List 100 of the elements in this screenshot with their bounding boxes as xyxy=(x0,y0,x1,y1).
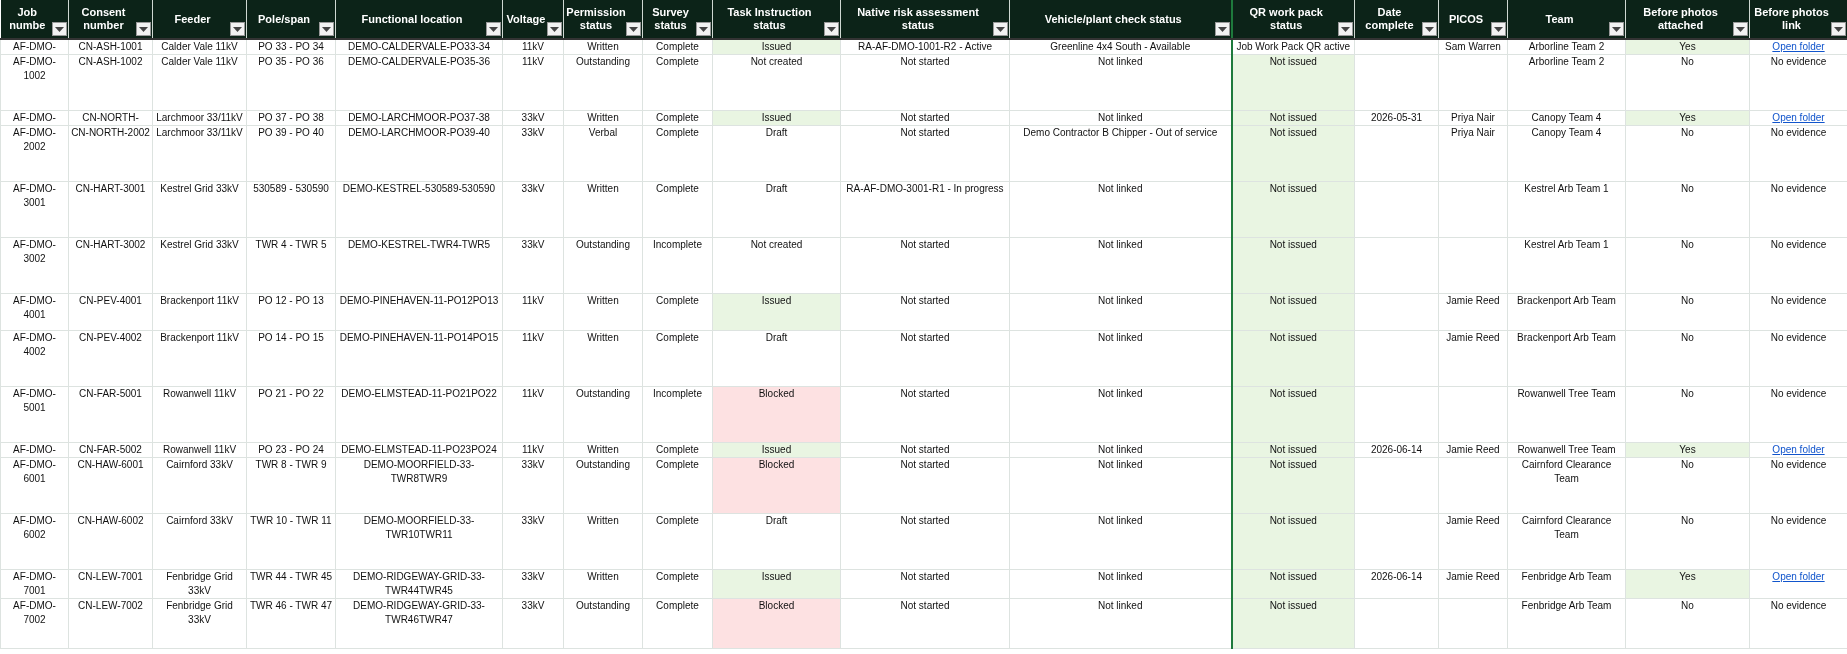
table-cell: No xyxy=(1625,598,1750,649)
table-cell: Cairnford Clearance Team xyxy=(1507,457,1626,514)
table-cell: Not issued xyxy=(1231,386,1355,443)
table-cell: Not issued xyxy=(1231,181,1355,238)
table-cell: Complete xyxy=(642,513,713,570)
table-cell: 2026-06-14 xyxy=(1354,569,1439,599)
table-cell: Rowanwell 11kV xyxy=(152,386,247,443)
table-cell: Brackenport Arb Team xyxy=(1507,293,1626,331)
table-cell: Larchmoor 33/11kV xyxy=(152,125,247,182)
filter-button[interactable] xyxy=(136,22,151,36)
table-cell: Not linked xyxy=(1009,110,1232,126)
table-cell: Not started xyxy=(840,442,1010,458)
table-cell: DEMO-ELMSTEAD-11-PO21PO22 xyxy=(335,386,503,443)
table-cell: Not started xyxy=(840,54,1010,111)
table-cell: Written xyxy=(563,293,643,331)
table-cell: Jamie Reed xyxy=(1438,569,1508,599)
table-cell: AF-DMO-7002 xyxy=(0,598,69,649)
table-cell: Not issued xyxy=(1231,457,1355,514)
table-cell: Jamie Reed xyxy=(1438,442,1508,458)
table-cell: DEMO-KESTREL-530589-530590 xyxy=(335,181,503,238)
table-cell: AF-DMO- xyxy=(0,110,69,126)
table-cell: Outstanding xyxy=(563,54,643,111)
table-cell: Complete xyxy=(642,330,713,387)
table-cell: Kestrel Grid 33kV xyxy=(152,181,247,238)
column-header-label: Voltage xyxy=(506,12,546,26)
table-cell: No evidence xyxy=(1749,386,1847,443)
table-cell: Rowanwell Tree Team xyxy=(1507,386,1626,443)
table-cell: 11kV xyxy=(502,330,564,387)
filter-button[interactable] xyxy=(230,22,245,36)
filter-button[interactable] xyxy=(52,22,67,36)
table-cell: Written xyxy=(563,513,643,570)
table-cell: Not started xyxy=(840,125,1010,182)
table-cell: CN-NORTH- xyxy=(68,110,153,126)
table-cell: No evidence xyxy=(1749,125,1847,182)
column-header-label: Survey status xyxy=(651,6,690,32)
table-cell: Issued xyxy=(712,569,841,599)
filter-button[interactable] xyxy=(1831,22,1846,36)
column-header-label: PICOS xyxy=(1448,12,1484,26)
table-cell: TWR 4 - TWR 5 xyxy=(246,237,336,294)
column-header-label: QR work pack status xyxy=(1248,6,1324,32)
filter-button[interactable] xyxy=(993,22,1008,36)
table-cell: Outstanding xyxy=(563,457,643,514)
caret-icon xyxy=(1217,26,1227,32)
table-cell: Draft xyxy=(712,330,841,387)
filter-button[interactable] xyxy=(1422,22,1437,36)
table-cell: 33kV xyxy=(502,457,564,514)
table-cell: No xyxy=(1625,237,1750,294)
table-cell: RA-AF-DMO-3001-R1 - In progress xyxy=(840,181,1010,238)
table-cell: Priya Nair xyxy=(1438,125,1508,182)
filter-button[interactable] xyxy=(626,22,641,36)
column-header-label: Functional location xyxy=(361,12,463,26)
table-cell: Cairnford 33kV xyxy=(152,513,247,570)
table-cell: 2026-06-14 xyxy=(1354,442,1439,458)
filter-button[interactable] xyxy=(486,22,501,36)
table-cell: 11kV xyxy=(502,293,564,331)
table-cell: Blocked xyxy=(712,457,841,514)
filter-button[interactable] xyxy=(319,22,334,36)
table-cell: 33kV xyxy=(502,110,564,126)
filter-button[interactable] xyxy=(1214,22,1230,36)
column-header-label: Permission status xyxy=(566,6,626,32)
table-cell: CN-ASH-1002 xyxy=(68,54,153,111)
table-cell: No xyxy=(1625,386,1750,443)
caret-icon xyxy=(827,26,836,32)
table-cell: Not issued xyxy=(1231,569,1355,599)
folder-link[interactable]: Open folder xyxy=(1772,571,1825,582)
table-cell: TWR 46 - TWR 47 xyxy=(246,598,336,649)
filter-button[interactable] xyxy=(1609,22,1624,36)
table-cell: PO 35 - PO 36 xyxy=(246,54,336,111)
filter-button[interactable] xyxy=(696,22,711,36)
table-cell: Not created xyxy=(712,54,841,111)
table-cell: CN-HART-3002 xyxy=(68,237,153,294)
table-cell: Greenline 4x4 South - Available xyxy=(1009,39,1232,55)
filter-button[interactable] xyxy=(1733,22,1748,36)
table-cell: Draft xyxy=(712,181,841,238)
table-cell: PO 39 - PO 40 xyxy=(246,125,336,182)
table-cell: Kestrel Arb Team 1 xyxy=(1507,237,1626,294)
table-cell: AF-DMO-7001 xyxy=(0,569,69,599)
filter-button[interactable] xyxy=(1338,22,1353,36)
table-cell: Not started xyxy=(840,110,1010,126)
table-cell: CN-LEW-7002 xyxy=(68,598,153,649)
table-cell: Written xyxy=(563,330,643,387)
table-cell: DEMO-PINEHAVEN-11-PO12PO13 xyxy=(335,293,503,331)
table-cell: Complete xyxy=(642,39,713,55)
table-cell: DEMO-RIDGEWAY-GRID-33-TWR44TWR45 xyxy=(335,569,503,599)
table-cell: Brackenport 11kV xyxy=(152,330,247,387)
table-cell: Complete xyxy=(642,125,713,182)
column-header-label: Vehicle/plant check status xyxy=(1044,12,1182,26)
table-cell: Fenbridge Arb Team xyxy=(1507,598,1626,649)
table-cell: Written xyxy=(563,39,643,55)
filter-button[interactable] xyxy=(1491,22,1506,36)
table-cell: CN-HART-3001 xyxy=(68,181,153,238)
table-cell: Not started xyxy=(840,237,1010,294)
caret-icon xyxy=(489,26,498,32)
table-cell: Cairnford Clearance Team xyxy=(1507,513,1626,570)
filter-button[interactable] xyxy=(824,22,839,36)
filter-button[interactable] xyxy=(547,22,562,36)
caret-icon xyxy=(1834,26,1843,32)
table-cell: No xyxy=(1625,293,1750,331)
table-cell: DEMO-KESTREL-TWR4-TWR5 xyxy=(335,237,503,294)
table-cell: Sam Warren xyxy=(1438,39,1508,55)
